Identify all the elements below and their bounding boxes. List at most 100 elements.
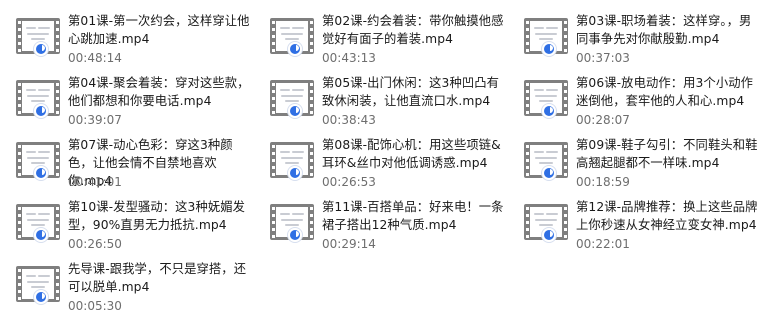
player-badge-icon: [34, 104, 48, 118]
film-perforation: [309, 228, 313, 231]
frame-detail: [292, 213, 304, 215]
film-perforation: [17, 228, 21, 231]
film-perforation: [525, 90, 529, 93]
film-perforation: [563, 83, 567, 86]
film-perforation: [55, 297, 59, 300]
frame-detail: [534, 213, 544, 215]
film-perforation: [17, 159, 21, 162]
film-perforation: [55, 166, 59, 169]
frame-detail: [535, 95, 557, 97]
film-perforation: [17, 97, 21, 100]
film-perforation: [17, 276, 21, 279]
film-perforation: [525, 207, 529, 210]
player-badge-icon: [288, 104, 302, 118]
film-perforation: [525, 145, 529, 148]
player-badge-icon: [288, 42, 302, 56]
film-perforation: [17, 221, 21, 224]
film-perforation: [17, 49, 21, 52]
file-item[interactable]: 第06课-放电动作：用3个小动作迷倒他，套牢他的人和心.mp4 00:28:07: [508, 70, 758, 127]
frame-detail: [26, 89, 36, 91]
film-perforation: [55, 104, 59, 107]
film-perforation: [525, 42, 529, 45]
film-perforation: [17, 283, 21, 286]
file-item[interactable]: 第05课-出门休闲：这3种凹凸有致休闲装，让他直流口水.mp4 00:38:43: [254, 70, 504, 127]
frame-detail: [280, 151, 290, 153]
film-perforation: [309, 97, 313, 100]
video-thumbnail-icon: [16, 204, 60, 242]
file-duration: 00:48:14: [68, 51, 122, 65]
frame-detail: [26, 213, 36, 215]
frame-detail: [281, 95, 303, 97]
file-item[interactable]: 第03课-职场着装：这样穿。，男同事争先对你献殷勤.mp4 00:37:03: [508, 8, 758, 65]
film-perforation: [563, 173, 567, 176]
film-perforation: [525, 152, 529, 155]
film-perforation: [271, 90, 275, 93]
film-perforation: [563, 145, 567, 148]
frame-detail: [546, 151, 558, 153]
file-item[interactable]: 第07课-动心色彩：穿这3种颜色，让他会情不自禁地喜欢你.mp4 00:41:01: [0, 132, 250, 189]
film-perforation: [563, 21, 567, 24]
frame-detail: [38, 275, 50, 277]
film-perforation: [271, 166, 275, 169]
film-perforation: [309, 111, 313, 114]
frame-detail: [26, 275, 36, 277]
frame-detail: [281, 157, 303, 159]
film-perforation: [563, 42, 567, 45]
file-item[interactable]: 第01课-第一次约会，这样穿让他心跳加速.mp4 00:48:14: [0, 8, 250, 65]
video-thumbnail-icon: [524, 142, 568, 180]
file-name: 第03课-职场着装：这样穿。，男同事争先对你献殷勤.mp4: [576, 14, 752, 46]
frame-detail: [292, 89, 304, 91]
file-duration: 00:39:07: [68, 113, 122, 127]
film-perforation: [309, 49, 313, 52]
frame-detail: [281, 33, 303, 35]
file-item[interactable]: 第08课-配饰心机：用这些项链&耳环&丝巾对他低调诱惑.mp4 00:26:53: [254, 132, 504, 189]
film-perforation: [55, 83, 59, 86]
film-perforation: [17, 42, 21, 45]
file-item[interactable]: 先导课-跟我学，不只是穿搭，还可以脱单.mp4 00:05:30: [0, 256, 250, 313]
film-perforation: [17, 104, 21, 107]
film-perforation: [55, 290, 59, 293]
film-perforation: [55, 90, 59, 93]
file-item[interactable]: 第11课-百搭单品：好来电！一条裙子搭出12种气质.mp4 00:29:14: [254, 194, 504, 251]
frame-detail: [38, 27, 50, 29]
film-perforation: [525, 173, 529, 176]
film-perforation: [55, 276, 59, 279]
film-perforation: [309, 83, 313, 86]
frame-detail: [535, 157, 557, 159]
film-perforation: [563, 111, 567, 114]
frame-detail: [539, 162, 553, 164]
file-item[interactable]: 第04课-聚会着装：穿对这些款，他们都想和你要电话.mp4 00:39:07: [0, 70, 250, 127]
frame-detail: [27, 157, 49, 159]
frame-detail: [31, 162, 45, 164]
film-perforation: [309, 235, 313, 238]
player-badge-icon: [542, 228, 556, 242]
film-perforation: [525, 228, 529, 231]
player-badge-icon: [288, 166, 302, 180]
file-name: 第02课-约会着装：带你触摸他感觉好有面子的着装.mp4: [322, 14, 504, 46]
file-item[interactable]: 第10课-发型骚动：这3种妩媚发型，90%直男无力抵抗.mp4 00:26:50: [0, 194, 250, 251]
film-perforation: [55, 145, 59, 148]
frame-detail: [285, 38, 299, 40]
file-item[interactable]: 第02课-约会着装：带你触摸他感觉好有面子的着装.mp4 00:43:13: [254, 8, 504, 65]
frame-detail: [539, 100, 553, 102]
film-perforation: [563, 159, 567, 162]
file-item[interactable]: 第12课-品牌推荐：换上这些品牌上你秒速从女神经立变女神.mp4 00:22:01: [508, 194, 758, 251]
film-perforation: [271, 21, 275, 24]
film-perforation: [17, 111, 21, 114]
frame-detail: [546, 27, 558, 29]
frame-detail: [535, 33, 557, 35]
player-badge-icon: [542, 104, 556, 118]
film-perforation: [563, 49, 567, 52]
film-perforation: [309, 90, 313, 93]
frame-detail: [27, 33, 49, 35]
frame-detail: [546, 213, 558, 215]
film-perforation: [525, 49, 529, 52]
file-name: 第06课-放电动作：用3个小动作迷倒他，套牢他的人和心.mp4: [576, 76, 754, 108]
file-duration: 00:26:53: [322, 175, 376, 189]
player-badge-icon: [34, 42, 48, 56]
film-perforation: [525, 159, 529, 162]
file-name: 第09课-鞋子勾引：不同鞋头和鞋高翘起腿都不一样味.mp4: [576, 138, 758, 170]
file-item[interactable]: 第09课-鞋子勾引：不同鞋头和鞋高翘起腿都不一样味.mp4 00:18:59: [508, 132, 758, 189]
film-perforation: [309, 207, 313, 210]
film-perforation: [563, 35, 567, 38]
